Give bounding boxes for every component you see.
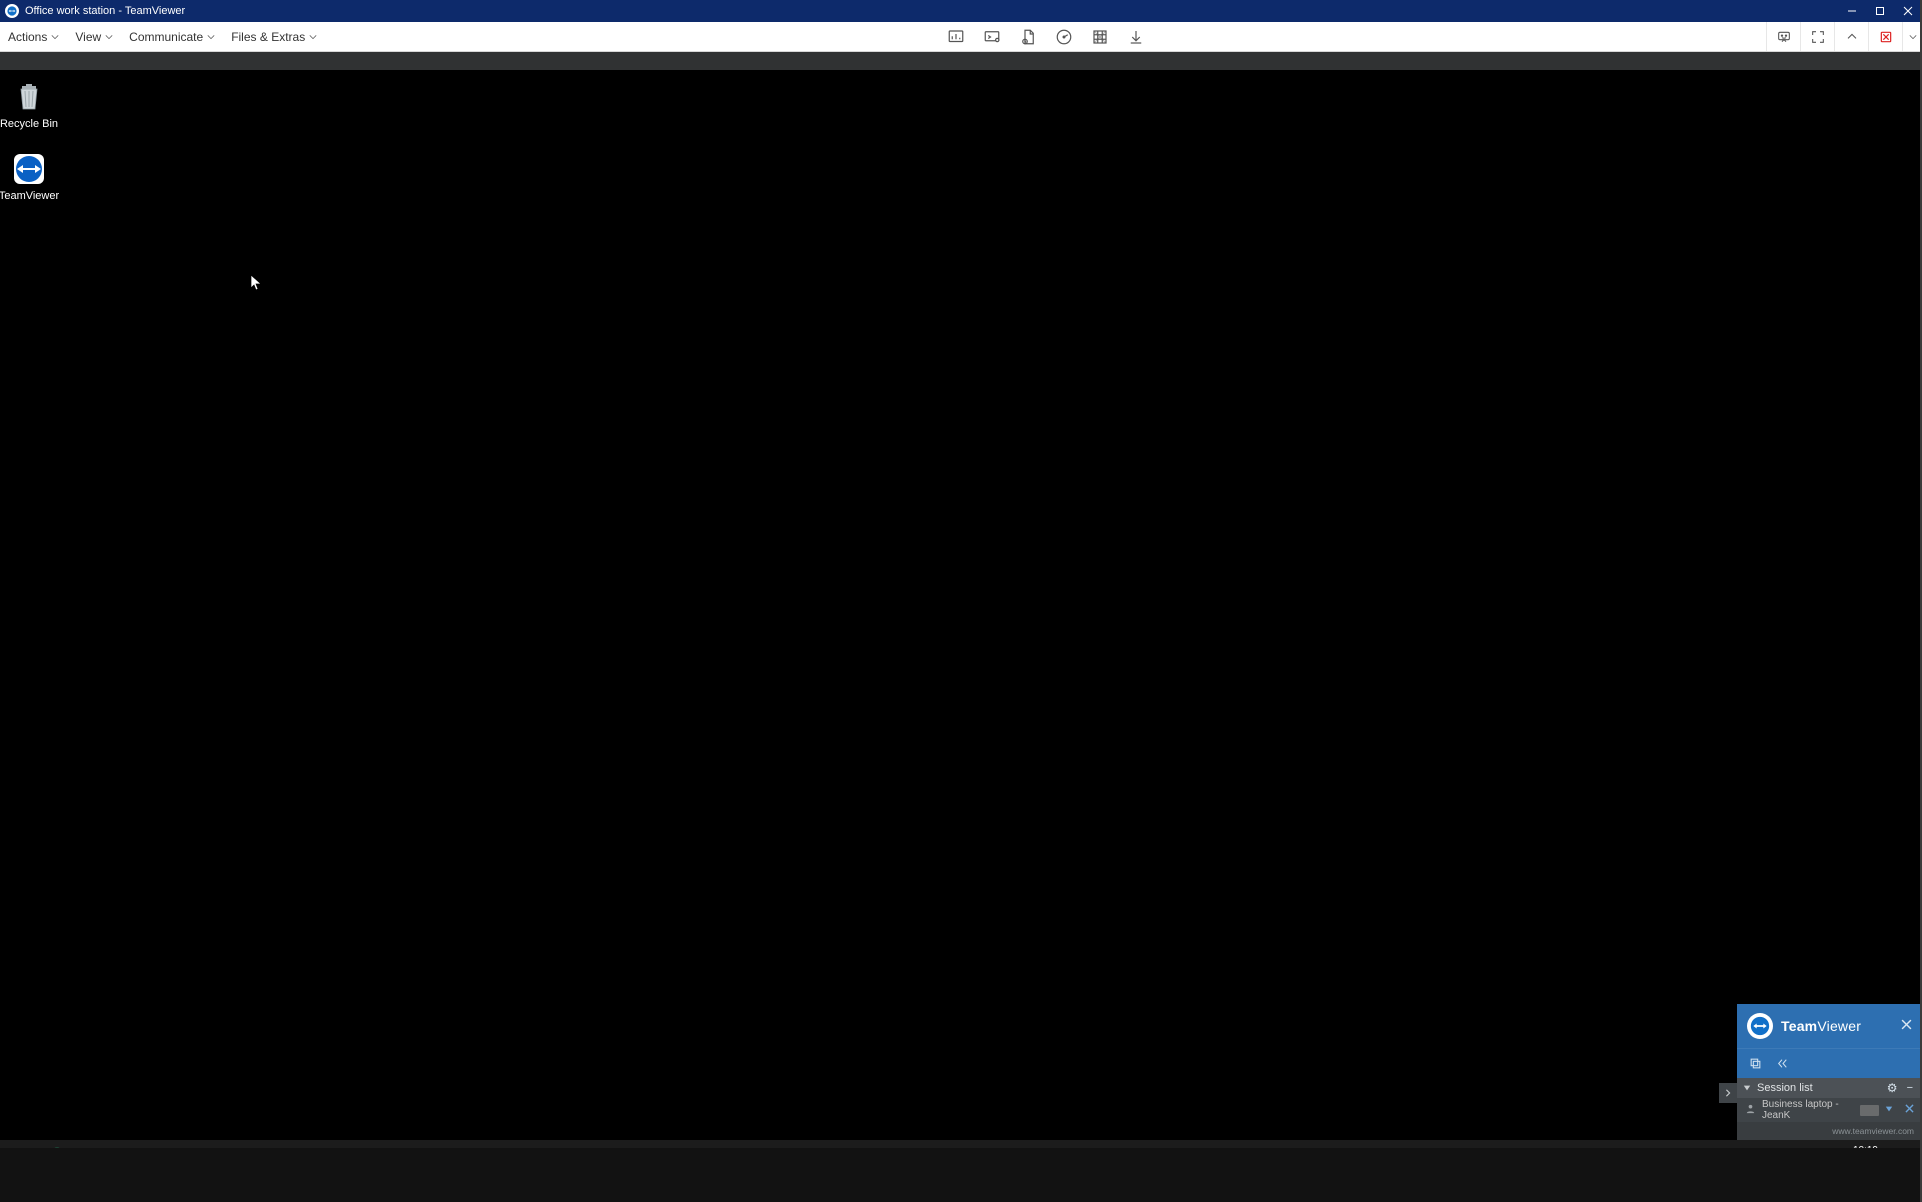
session-close-icon[interactable] (1899, 1104, 1914, 1116)
close-button[interactable] (1894, 0, 1922, 22)
recycle-bin-icon (12, 80, 46, 114)
menu-files-extras[interactable]: Files & Extras (223, 22, 325, 51)
session-entry-label: Business laptop - JeanK (1762, 1099, 1854, 1121)
desktop-icon-label: TeamViewer (0, 190, 64, 202)
minus-icon[interactable]: − (1904, 1082, 1916, 1094)
download-icon[interactable] (1125, 26, 1147, 48)
person-icon (1745, 1103, 1756, 1117)
panel-footer: www.teamviewer.com (1737, 1122, 1922, 1140)
chevron-down-icon (309, 33, 317, 41)
menu-view-label: View (75, 30, 101, 44)
fullscreen-icon[interactable] (1800, 22, 1834, 51)
menu-actions[interactable]: Actions (0, 22, 67, 51)
collapse-toolbar-icon[interactable] (1834, 22, 1868, 51)
window-title: Office work station - TeamViewer (25, 5, 1838, 17)
menu-view[interactable]: View (67, 22, 121, 51)
secondary-bar (0, 52, 1922, 70)
minimize-button[interactable] (1838, 0, 1866, 22)
maximize-button[interactable] (1866, 0, 1894, 22)
session-entry[interactable]: Business laptop - JeanK xxx (1737, 1098, 1922, 1122)
menu-files-extras-label: Files & Extras (231, 30, 305, 44)
panel-collapse-icon[interactable] (1776, 1057, 1789, 1070)
window-titlebar: Office work station - TeamViewer (0, 0, 1922, 22)
end-session-dropdown[interactable] (1902, 22, 1922, 51)
remote-scripting-icon[interactable] (1017, 26, 1039, 48)
session-list-label: Session list (1757, 1082, 1813, 1094)
teamviewer-logo-icon (1747, 1013, 1773, 1039)
menu-communicate[interactable]: Communicate (121, 22, 223, 51)
close-icon (1901, 1019, 1912, 1030)
chevron-right-icon (1724, 1089, 1732, 1097)
triangle-down-icon[interactable] (1885, 1105, 1893, 1116)
session-list-header[interactable]: Session list ⚙ − (1737, 1078, 1922, 1098)
remote-cursor-icon (251, 275, 263, 296)
chevron-down-icon (105, 33, 113, 41)
teamviewer-side-panel: TeamViewer Ses (1737, 1004, 1922, 1140)
patch-grid-icon[interactable] (1089, 26, 1111, 48)
desktop-icon-label: Recycle Bin (0, 118, 64, 130)
viewer-bottom-gap (0, 1148, 1922, 1202)
panel-header: TeamViewer (1737, 1004, 1922, 1048)
panel-toolrow (1737, 1048, 1922, 1078)
desktop-icon-teamviewer[interactable]: TeamViewer (0, 152, 64, 202)
teamviewer-app-icon (5, 4, 19, 18)
desktop-icon-recycle-bin[interactable]: Recycle Bin (0, 80, 64, 130)
feedback-icon[interactable] (1766, 22, 1800, 51)
remote-terminal-icon[interactable] (981, 26, 1003, 48)
menu-communicate-label: Communicate (129, 30, 203, 44)
panel-expand-tab[interactable] (1719, 1083, 1737, 1103)
chevron-down-icon (1909, 33, 1917, 41)
chevron-down-icon (51, 33, 59, 41)
redacted-text: xxx (1860, 1105, 1879, 1116)
menu-actions-label: Actions (8, 30, 47, 44)
triangle-down-icon (1743, 1084, 1751, 1092)
panel-close-button[interactable] (1901, 1019, 1912, 1033)
remote-desktop-viewport[interactable]: Recycle Bin TeamViewer (0, 70, 1922, 1171)
gear-icon[interactable]: ⚙ (1887, 1081, 1898, 1095)
panel-brand: TeamViewer (1781, 1018, 1893, 1034)
panel-footer-link[interactable]: www.teamviewer.com (1832, 1126, 1914, 1136)
main-toolbar: Actions View Communicate Files & Extras (0, 22, 1922, 52)
teamviewer-icon (12, 152, 46, 186)
panel-copy-icon[interactable] (1749, 1057, 1762, 1070)
monitoring-icon[interactable] (945, 26, 967, 48)
end-session-button[interactable] (1868, 22, 1902, 51)
performance-icon[interactable] (1053, 26, 1075, 48)
chevron-down-icon (207, 33, 215, 41)
